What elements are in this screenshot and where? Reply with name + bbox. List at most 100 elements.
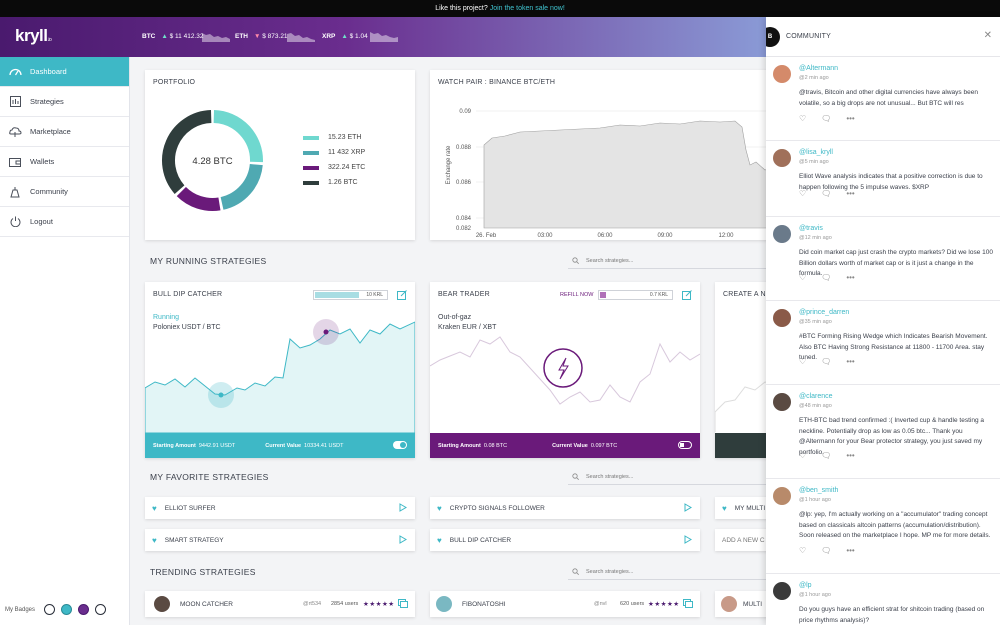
like-icon[interactable]: ♡ — [799, 189, 806, 198]
like-icon[interactable]: ♡ — [799, 357, 806, 366]
message-text: @travis, Bitcoin and other digital curre… — [799, 89, 978, 107]
like-icon[interactable]: ♡ — [799, 273, 806, 282]
message-actions: ♡ 🗨 ••• — [799, 114, 855, 123]
avatar — [721, 596, 737, 612]
nav-label: Community — [30, 187, 68, 196]
play-icon[interactable] — [684, 503, 692, 512]
favorite-item[interactable]: ♥ ELLIOT SURFER — [145, 497, 415, 519]
strategy-card-bull[interactable]: BULL DIP CATCHER 10 KRL Running Poloniex… — [145, 282, 415, 458]
more-icon[interactable]: ••• — [846, 114, 854, 123]
message-time: @35 min ago — [799, 319, 832, 325]
running-toggle[interactable] — [678, 441, 692, 449]
favorite-name: ELLIOT SURFER — [164, 504, 216, 512]
reply-icon[interactable]: 🗨 — [821, 189, 831, 198]
community-icon — [8, 185, 22, 199]
strategies-icon — [8, 95, 22, 109]
running-search-input[interactable]: Search strategies... — [568, 255, 768, 269]
favorite-item[interactable]: ♥ BULL DIP CATCHER — [430, 529, 700, 551]
current-value: 0.097 BTC — [590, 442, 618, 449]
exchange-rate-area — [483, 120, 775, 229]
message-user[interactable]: @lp — [799, 582, 812, 589]
badge-icon[interactable] — [61, 604, 73, 615]
more-icon[interactable]: ••• — [846, 546, 854, 555]
favorites-search-input[interactable]: Search strategies... — [568, 471, 768, 485]
badge-icon[interactable] — [78, 604, 90, 615]
reply-icon[interactable]: 🗨 — [821, 357, 831, 366]
ticker-xrp: XRP ▲ $ 1.04 — [322, 33, 368, 40]
favorite-item[interactable]: ♥ CRYPTO SIGNALS FOLLOWER — [430, 497, 700, 519]
message-time: @1 hour ago — [799, 497, 831, 503]
more-icon[interactable]: ••• — [846, 189, 854, 198]
message-user[interactable]: @travis — [799, 225, 823, 232]
trending-item[interactable]: MOON CATCHER @rt534 2854 users ★★★★★ — [145, 591, 415, 617]
heart-icon[interactable]: ♥ — [152, 504, 157, 513]
trending-item[interactable]: FIBONATOSHI @nvl 620 users ★★★★★ — [430, 591, 700, 617]
ticker-symbol: BTC — [142, 33, 156, 40]
legend-label: 15.23 ETH — [328, 134, 362, 141]
message-user[interactable]: @lisa_kryll — [799, 149, 833, 156]
play-icon[interactable] — [399, 503, 407, 512]
avatar[interactable] — [773, 225, 791, 243]
nav-wallets[interactable]: Wallets — [0, 147, 129, 177]
avatar[interactable] — [773, 393, 791, 411]
promo-link[interactable]: Join the token sale now! — [490, 5, 565, 12]
reply-icon[interactable]: 🗨 — [821, 273, 831, 282]
etc-swatch — [303, 165, 319, 170]
message-user[interactable]: @ben_smith — [799, 487, 838, 494]
ticker-eth: ETH ▼ $ 873.21 — [235, 33, 288, 40]
eth-sparkline — [287, 33, 315, 42]
search-placeholder: Search strategies... — [586, 569, 634, 575]
like-icon[interactable]: ♡ — [799, 114, 806, 123]
like-icon[interactable]: ♡ — [799, 451, 806, 460]
heart-icon[interactable]: ♥ — [437, 536, 442, 545]
header: kryll.io BTC ▲ $ 11 412.32 ETH ▼ $ 873.21 … — [0, 17, 766, 57]
more-icon[interactable]: ••• — [846, 273, 854, 282]
badge-icon[interactable] — [95, 604, 107, 615]
badge-icon[interactable] — [44, 604, 56, 615]
avatar — [436, 596, 452, 612]
play-icon[interactable] — [684, 535, 692, 544]
copy-icon[interactable] — [683, 599, 693, 608]
running-toggle[interactable] — [393, 441, 407, 449]
like-icon[interactable]: ♡ — [799, 546, 806, 555]
strategy-card-bear[interactable]: BEAR TRADER REFILL NOW 0.7 KRL Out-of-ga… — [430, 282, 700, 458]
nav-dashboard[interactable]: Dashboard — [0, 57, 129, 87]
copy-icon[interactable] — [398, 599, 408, 608]
message-user[interactable]: @clarence — [799, 393, 833, 400]
bull-chart — [145, 319, 415, 434]
btc-slice — [162, 110, 212, 194]
heart-icon[interactable]: ♥ — [722, 504, 727, 513]
nav-strategies[interactable]: Strategies — [0, 87, 129, 117]
more-icon[interactable]: ••• — [846, 357, 854, 366]
avatar[interactable] — [773, 149, 791, 167]
avatar[interactable] — [773, 309, 791, 327]
current-value: 10334.41 USDT — [304, 442, 344, 449]
out-of-gas-icon — [543, 348, 583, 388]
reply-icon[interactable]: 🗨 — [821, 114, 831, 123]
legend-xrp: 11 432 XRP — [303, 149, 365, 156]
ticker-btc: BTC ▲ $ 11 412.32 — [142, 33, 203, 40]
search-icon — [572, 568, 579, 575]
reply-icon[interactable]: 🗨 — [821, 546, 831, 555]
trending-name: MULTI — [743, 600, 763, 608]
message-text: @lp: yep, I'm actually working on a "acc… — [799, 511, 991, 539]
play-icon[interactable] — [399, 535, 407, 544]
heart-icon[interactable]: ♥ — [437, 504, 442, 513]
nav-logout[interactable]: Logout — [0, 207, 129, 237]
message-user[interactable]: @prince_darren — [799, 309, 849, 316]
trending-search-input[interactable]: Search strategies... — [568, 566, 768, 580]
y-tick: 0.088 — [456, 145, 472, 151]
reply-icon[interactable]: 🗨 — [821, 451, 831, 460]
watch-chart: Exchange rate 0.09 0.088 0.086 0.084 0.0… — [446, 109, 775, 239]
more-icon[interactable]: ••• — [846, 451, 854, 460]
message-user[interactable]: @Altermann — [799, 65, 838, 72]
close-icon[interactable]: ✕ — [984, 30, 992, 41]
favorite-item[interactable]: ♥ SMART STRATEGY — [145, 529, 415, 551]
heart-icon[interactable]: ♥ — [152, 536, 157, 545]
avatar[interactable] — [773, 65, 791, 83]
nav-community[interactable]: Community — [0, 177, 129, 207]
logo[interactable]: kryll.io — [15, 26, 52, 46]
nav-marketplace[interactable]: Marketplace — [0, 117, 129, 147]
avatar[interactable] — [773, 582, 791, 600]
avatar[interactable] — [773, 487, 791, 505]
